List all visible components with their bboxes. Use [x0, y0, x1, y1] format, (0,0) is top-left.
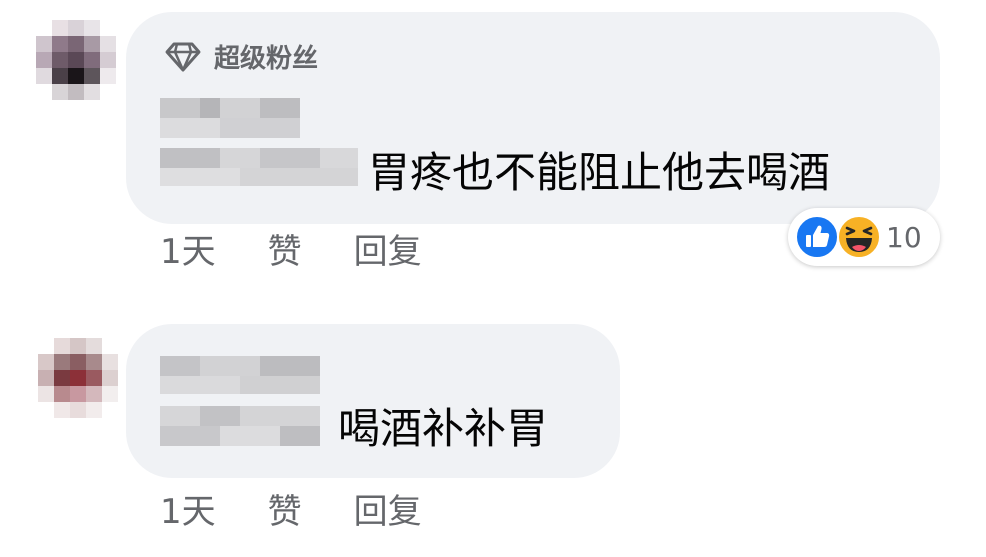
redacted-author-name[interactable] [160, 356, 330, 460]
comment-actions: 1天 赞 回复 [160, 492, 422, 532]
comment-2: 喝酒补补胃 1天 赞 回复 [0, 300, 986, 557]
like-reaction-icon [795, 215, 839, 259]
haha-reaction-icon [837, 215, 881, 259]
comment-bubble: 喝酒补补胃 [126, 324, 620, 478]
reply-button[interactable]: 回复 [354, 232, 422, 272]
comment-1: 超级粉丝 胃疼也不能阻止他去喝酒 1天 赞 回复 10 [0, 0, 986, 290]
diamond-icon [165, 42, 201, 71]
reaction-count: 10 [886, 220, 922, 254]
timestamp[interactable]: 1天 [160, 492, 216, 532]
redacted-author-name[interactable] [160, 98, 360, 208]
like-button[interactable]: 赞 [268, 492, 302, 532]
comment-actions: 1天 赞 回复 [160, 232, 422, 272]
avatar[interactable] [38, 338, 118, 418]
like-button[interactable]: 赞 [268, 232, 302, 272]
comment-text: 喝酒补补胃 [338, 404, 549, 453]
reply-button[interactable]: 回复 [354, 492, 422, 532]
comment-text: 胃疼也不能阻止他去喝酒 [368, 148, 831, 197]
super-fan-badge: 超级粉丝 [164, 38, 318, 75]
avatar[interactable] [36, 20, 116, 100]
timestamp[interactable]: 1天 [160, 232, 216, 272]
badge-label: 超级粉丝 [214, 44, 319, 74]
comment-bubble: 超级粉丝 胃疼也不能阻止他去喝酒 [126, 12, 940, 224]
reaction-summary[interactable]: 10 [788, 208, 940, 266]
